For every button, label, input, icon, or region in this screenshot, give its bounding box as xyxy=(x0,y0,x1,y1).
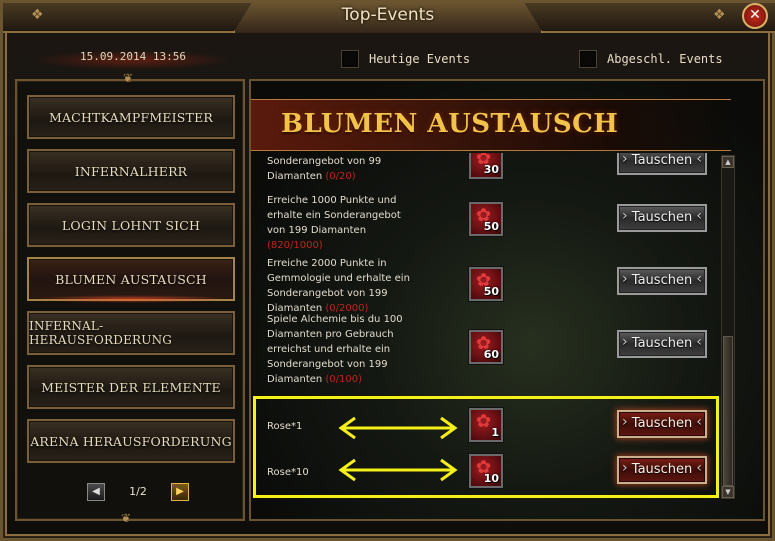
double-arrow-icon xyxy=(338,416,458,440)
prev-page-button[interactable]: ◀ xyxy=(87,483,105,501)
scroll-down-arrow-icon[interactable]: ▼ xyxy=(722,486,734,498)
desc-text: Diamanten xyxy=(267,171,326,182)
tauschen-button[interactable]: Tauschen xyxy=(617,330,707,358)
desc-line: von 199 Diamanten xyxy=(267,225,367,236)
corner-ornament-icon: ❖ xyxy=(31,7,44,23)
sidebar-item-meister-der-elemente[interactable]: Meister der Elemente xyxy=(27,365,235,409)
reward-slot[interactable]: ✿ 60 xyxy=(469,330,503,364)
checkbox-completed[interactable] xyxy=(579,50,597,68)
annotation-highlight-box xyxy=(253,396,719,498)
sidebar-item-login-lohnt-sich[interactable]: Login lohnt sich xyxy=(27,203,235,247)
scroll-thumb[interactable] xyxy=(723,336,733,486)
next-page-button[interactable]: ▶ xyxy=(171,483,189,501)
date-time: 15.09.2014 13:56 xyxy=(33,50,233,70)
sidebar-item-infernal-herausforderung[interactable]: Infernal-Herausforderung xyxy=(27,311,235,355)
desc-line: Diamanten (0/20) xyxy=(267,169,442,184)
row-description: Erreiche 1000 Punkte und erhalte ein Son… xyxy=(267,193,442,253)
tauschen-button[interactable]: Tauschen xyxy=(617,153,707,175)
row-description: Erreiche 2000 Punkte in Gemmologie und e… xyxy=(267,256,442,316)
top-events-window: ❖ ❖ Top-Events ✕ 15.09.2014 13:56 Heutig… xyxy=(0,0,775,541)
close-button[interactable]: ✕ xyxy=(742,3,768,29)
double-arrow-icon xyxy=(338,458,458,482)
filter-today[interactable]: Heutige Events xyxy=(341,50,470,68)
reward-quantity: 60 xyxy=(483,348,499,361)
reward-slot[interactable]: ✿ 30 xyxy=(469,153,503,179)
desc-line: Erreiche 2000 Punkte in xyxy=(267,258,387,269)
desc-line: erhalte ein Sonderangebot xyxy=(267,210,401,221)
ornament-icon: ❦ xyxy=(120,511,132,525)
page-indicator: 1/2 xyxy=(129,485,147,498)
desc-line: Sonderangebot von 199 xyxy=(267,288,388,299)
progress-text: (0/100) xyxy=(325,374,363,385)
reward-slot[interactable]: ✿ 50 xyxy=(469,267,503,301)
reward-quantity: 50 xyxy=(483,285,499,298)
event-list-panel: Machtkampfmeister Infernalherr Login loh… xyxy=(15,79,245,521)
sidebar-item-arena-herausforderung[interactable]: Arena Herausforderung xyxy=(27,419,235,463)
pager: ◀ 1/2 ▶ xyxy=(87,483,189,501)
desc-line: Diamanten pro Gebrauch xyxy=(267,329,394,340)
reward-quantity: 30 xyxy=(483,163,499,176)
filter-completed[interactable]: Abgeschl. Events xyxy=(579,50,723,68)
desc-line: erreichst und erhalte ein xyxy=(267,344,391,355)
filter-completed-label: Abgeschl. Events xyxy=(607,52,723,66)
list-scrollbar[interactable]: ▲ ▼ xyxy=(721,155,735,499)
window-title: Top-Events xyxy=(341,5,435,25)
desc-line: Sonderangebot von 199 xyxy=(267,359,388,370)
sidebar-item-machtkampfmeister[interactable]: Machtkampfmeister xyxy=(27,95,235,139)
tauschen-button[interactable]: Tauschen xyxy=(617,204,707,232)
reward-quantity: 50 xyxy=(483,220,499,233)
event-title: Blumen Austausch xyxy=(281,109,619,139)
desc-text: Diamanten xyxy=(267,374,326,385)
progress-text: (820/1000) xyxy=(267,240,323,251)
sidebar-item-blumen-austausch[interactable]: Blumen Austausch xyxy=(27,257,235,303)
row-description: Sonderangebot von 99 Diamanten (0/20) xyxy=(267,154,442,184)
desc-line: Erreiche 1000 Punkte und xyxy=(267,195,397,206)
progress-text: (0/20) xyxy=(325,171,356,182)
corner-ornament-icon: ❖ xyxy=(713,7,726,23)
desc-line: Gemmologie und erhalte ein xyxy=(267,273,410,284)
scroll-up-arrow-icon[interactable]: ▲ xyxy=(722,156,734,168)
desc-line: Diamanten (0/100) xyxy=(267,372,442,387)
sidebar-item-infernalherr[interactable]: Infernalherr xyxy=(27,149,235,193)
reward-slot[interactable]: ✿ 50 xyxy=(469,202,503,236)
desc-line: Spiele Alchemie bis du 100 xyxy=(267,314,403,325)
row-description: Spiele Alchemie bis du 100 Diamanten pro… xyxy=(267,312,442,387)
ornament-icon: ❦ xyxy=(122,71,134,85)
tauschen-button[interactable]: Tauschen xyxy=(617,267,707,295)
checkbox-today[interactable] xyxy=(341,50,359,68)
filter-today-label: Heutige Events xyxy=(369,52,471,66)
desc-line: Sonderangebot von 99 xyxy=(267,156,382,167)
